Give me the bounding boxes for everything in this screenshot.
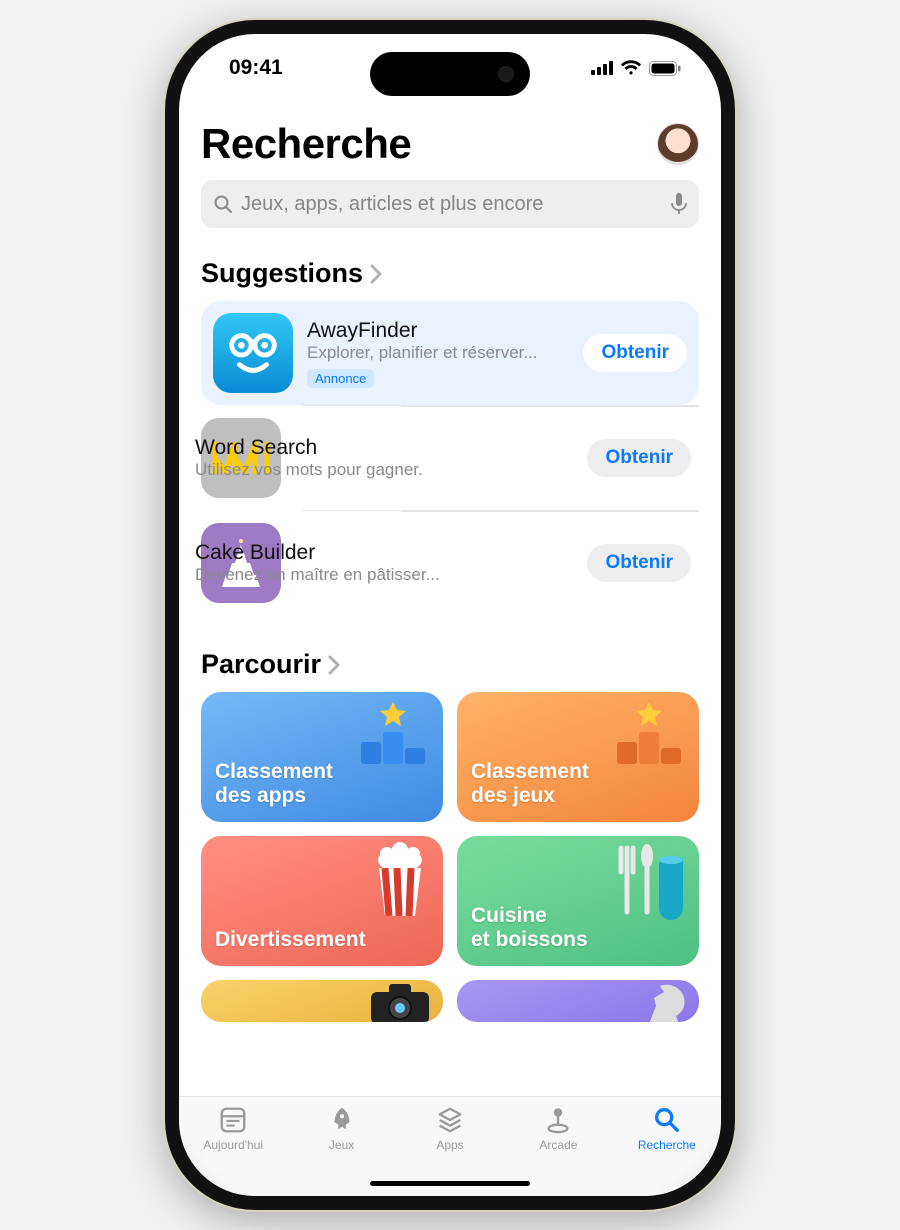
app-subtitle: Utilisez vos mots pour gagner. — [195, 460, 573, 480]
app-icon-awayfinder — [213, 313, 293, 393]
tab-label: Arcade — [539, 1138, 577, 1152]
cellular-icon — [591, 61, 613, 75]
category-top-games[interactable]: Classementdes jeux — [457, 692, 699, 822]
dynamic-island — [370, 52, 530, 96]
rocket-icon — [326, 1105, 358, 1135]
status-time: 09:41 — [229, 56, 283, 80]
tab-games[interactable]: Jeux — [287, 1105, 395, 1176]
category-label: Classementdes apps — [215, 760, 333, 807]
get-button[interactable]: Obtenir — [587, 544, 691, 582]
ad-badge: Annonce — [307, 369, 374, 388]
category-entertainment[interactable]: Divertissement — [201, 836, 443, 966]
app-name: AwayFinder — [307, 319, 569, 343]
content: Recherche Jeux, apps, articles et plus e… — [179, 102, 721, 1096]
get-button[interactable]: Obtenir — [587, 439, 691, 477]
category-top-apps[interactable]: Classementdes apps — [201, 692, 443, 822]
page-title: Recherche — [201, 120, 411, 168]
today-icon — [217, 1105, 249, 1135]
suggestion-info: Word Search Utilisez vos mots pour gagne… — [195, 436, 573, 480]
phone-frame: 09:41 Recherche Jeux, apps, articles et … — [165, 20, 735, 1210]
category-food-drink[interactable]: Cuisineet boissons — [457, 836, 699, 966]
category-partial-left[interactable] — [201, 980, 443, 1022]
microphone-icon[interactable] — [671, 193, 687, 215]
podium-icon — [609, 698, 689, 779]
home-indicator[interactable] — [370, 1181, 530, 1186]
tab-apps[interactable]: Apps — [396, 1105, 504, 1176]
tab-label: Apps — [436, 1138, 463, 1152]
browse-title: Parcourir — [201, 649, 321, 680]
search-placeholder: Jeux, apps, articles et plus encore — [241, 193, 663, 216]
account-avatar[interactable] — [657, 123, 699, 165]
suggestions-header[interactable]: Suggestions — [201, 258, 699, 289]
screen: 09:41 Recherche Jeux, apps, articles et … — [179, 34, 721, 1196]
podium-icon — [353, 698, 433, 779]
chevron-right-icon — [327, 655, 341, 675]
suggestion-awayfinder[interactable]: AwayFinder Explorer, planifier et réserv… — [201, 301, 699, 405]
suggestions-list: AwayFinder Explorer, planifier et réserv… — [201, 301, 699, 615]
tab-today[interactable]: Aujourd'hui — [179, 1105, 287, 1176]
app-subtitle: Devenez un maître en pâtisser... — [195, 565, 573, 585]
food-drink-icon — [609, 842, 689, 931]
category-label: Classementdes jeux — [471, 760, 589, 807]
status-icons — [591, 60, 681, 76]
browse-header[interactable]: Parcourir — [201, 649, 699, 680]
apps-icon — [434, 1105, 466, 1135]
browse-grid: Classementdes apps Classementdes jeux Di… — [201, 692, 699, 966]
category-label: Cuisineet boissons — [471, 904, 588, 951]
browse-partial-row — [201, 980, 699, 1022]
tab-label: Recherche — [638, 1138, 696, 1152]
knight-icon — [639, 980, 689, 1022]
search-icon — [651, 1105, 683, 1135]
category-label: Divertissement — [215, 928, 429, 952]
suggestion-info: Cake Builder Devenez un maître en pâtiss… — [195, 541, 573, 585]
app-name: Cake Builder — [195, 541, 573, 565]
tab-label: Jeux — [329, 1138, 354, 1152]
search-field[interactable]: Jeux, apps, articles et plus encore — [201, 180, 699, 228]
category-partial-right[interactable] — [457, 980, 699, 1022]
get-button[interactable]: Obtenir — [583, 334, 687, 372]
suggestions-title: Suggestions — [201, 258, 363, 289]
suggestion-wordsearch[interactable]: Word Search Utilisez vos mots pour gagne… — [301, 405, 699, 510]
chevron-right-icon — [369, 264, 383, 284]
camera-icon — [367, 982, 433, 1022]
app-subtitle: Explorer, planifier et réserver... — [307, 343, 569, 363]
tab-search[interactable]: Recherche — [613, 1105, 721, 1176]
app-name: Word Search — [195, 436, 573, 460]
header: Recherche — [201, 120, 699, 168]
popcorn-icon — [367, 842, 433, 931]
arcade-icon — [542, 1105, 574, 1135]
search-icon — [213, 194, 233, 214]
tab-label: Aujourd'hui — [203, 1138, 263, 1152]
suggestion-cakebuilder[interactable]: Cake Builder Devenez un maître en pâtiss… — [301, 510, 699, 615]
wifi-icon — [620, 60, 642, 76]
suggestion-info: AwayFinder Explorer, planifier et réserv… — [307, 319, 569, 388]
tab-arcade[interactable]: Arcade — [504, 1105, 612, 1176]
battery-icon — [649, 61, 681, 76]
